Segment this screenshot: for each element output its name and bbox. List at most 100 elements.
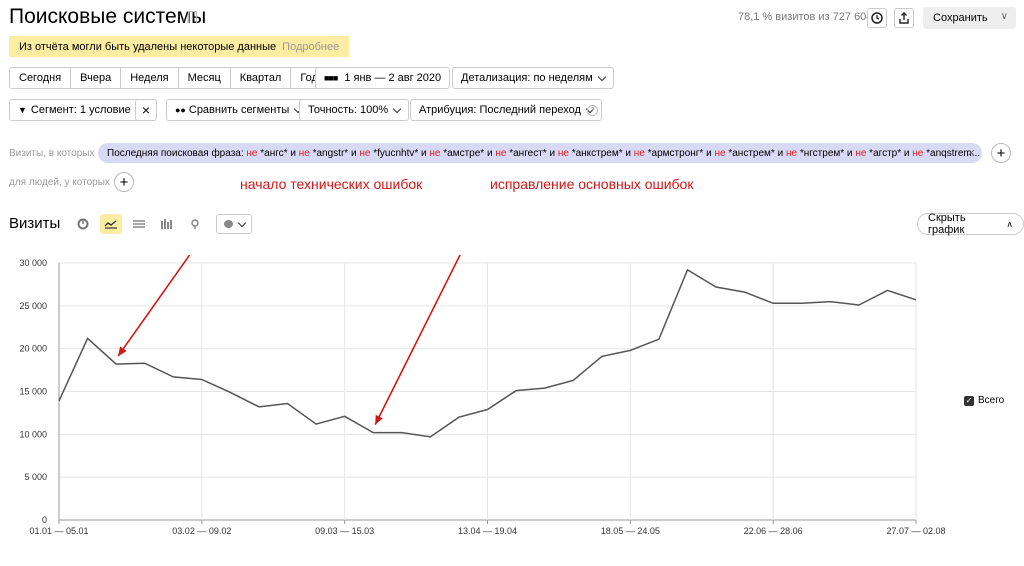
segment-dropdown[interactable]: ▼ Сегмент: 1 условие [9,99,152,121]
period-week[interactable]: Неделя [121,68,179,88]
filter-not: не [912,147,924,159]
chart-type-toolbar [72,214,252,234]
plus-icon: + [996,144,1006,162]
filter-not: не [359,147,371,159]
pie-chart-icon[interactable] [72,214,94,234]
visits-line-chart: 30 000 25 000 20 000 15 000 10 000 5 000 0 01.… [19,255,946,536]
filter-not: не [429,147,441,159]
date-range-label: 1 янв — 2 авг 2020 [344,72,442,84]
period-quarter[interactable]: Квартал [231,68,292,88]
bar-chart-icon[interactable] [156,214,178,234]
clear-segment-button[interactable]: × [135,99,157,121]
hide-chart-button[interactable]: Скрыть график ∧ [917,212,1024,236]
x-tick-label: 03.02 — 09.02 [172,526,231,536]
add-visit-filter-button[interactable]: + [991,143,1011,163]
area-chart-icon[interactable] [128,214,150,234]
detail-label: Детализация: по неделям [461,72,593,84]
chevron-down-icon[interactable]: ∨ [1001,11,1008,22]
plus-icon: + [119,173,129,191]
y-tick-label: 5 000 [24,472,47,482]
filter-prefix: Последняя поисковая фраза: [107,147,247,159]
y-tick-label: 10 000 [19,429,47,439]
filter-term: *анстрем* [725,147,775,159]
y-tick-label: 15 000 [19,387,47,397]
add-people-filter-button[interactable]: + [114,172,134,192]
warning-text: Из отчёта могли быть удалены некоторые д… [19,40,277,53]
x-tick-label: 22.06 — 28.06 [744,526,803,536]
page-title: Поисковые системы [9,5,207,28]
attribution-dropdown[interactable]: Атрибуция: Последний переход [410,99,602,121]
accuracy-dropdown[interactable]: Точность: 100% [299,99,410,121]
y-tick-label: 25 000 [19,301,47,311]
share-icon [899,12,909,24]
export-button[interactable] [894,8,914,28]
x-tick-label: 27.07 — 02.08 [886,526,945,536]
annotation-arrow-head [118,346,127,357]
filter-icon: ▼ [18,105,27,115]
close-icon[interactable]: × [967,145,975,160]
filter-and: и [774,147,786,159]
period-month[interactable]: Месяц [179,68,231,88]
filter-and: и [844,147,856,159]
filter-term: *fyucnhtv* [370,147,419,159]
segment-label: Сегмент: 1 условие [30,104,131,116]
checkbox-icon[interactable]: ✓ [964,395,974,406]
map-pin-icon[interactable] [184,214,206,234]
hide-chart-label: Скрыть график [928,212,966,236]
compare-label: Сравнить сегменты [188,104,290,116]
filter-not: не [495,147,507,159]
save-button[interactable]: Сохранить ∨ [923,7,1016,29]
filter-and: и [703,147,715,159]
save-label: Сохранить [933,12,988,24]
x-tick-label: 13.04 — 19.04 [458,526,517,536]
filter-not: не [557,147,569,159]
bookmark-icon[interactable] [188,11,197,23]
y-tick-label: 20 000 [19,344,47,354]
history-button[interactable] [867,8,887,28]
filter-not: не [785,147,798,159]
filter-and: и [546,147,558,159]
close-icon: × [141,102,151,118]
legend-item-total[interactable]: ✓ Всего [964,395,1004,406]
compare-icon: ●● [175,105,186,115]
x-tick-label: 09.03 — 15.03 [315,526,374,536]
filter-term: *нгстрем* [797,147,845,159]
filter-and: и [901,147,913,159]
visits-filter-label: Визиты, в которых [9,148,95,159]
period-selector: Сегодня Вчера Неделя Месяц Квартал Год [9,67,328,89]
people-filter-label: для людей, у которых [9,177,110,188]
annotation-fix-errors: исправление основных ошибок [490,176,694,192]
chevron-down-icon [392,104,402,113]
filter-not: не [246,147,258,159]
annotation-arrow-line [374,255,461,425]
filter-term: *angstr* [309,147,349,159]
warning-more-link[interactable]: Подробнее [282,41,339,53]
date-range-button[interactable]: ■■■ 1 янв — 2 авг 2020 [315,67,451,89]
arrow-fix-errors [374,255,461,425]
chevron-down-icon [597,72,606,81]
filter-not: не [714,147,726,159]
filter-and: и [348,147,360,159]
search-phrase-filter-tag[interactable]: Последняя поисковая фраза: не *ангс* и н… [98,143,982,163]
filter-and: и [418,147,430,159]
chevron-down-icon [237,218,246,227]
y-tick-label: 0 [42,515,47,525]
detail-dropdown[interactable]: Детализация: по неделям [452,67,614,89]
compare-segments-button[interactable]: ●● Сравнить сегменты [166,99,311,121]
help-icon[interactable]: ? [587,105,598,116]
filter-tag-text: Последняя поисковая фраза: не *ангс* и н… [107,148,980,159]
chart-title: Визиты [9,215,61,232]
period-today[interactable]: Сегодня [10,68,72,88]
filter-not: не [855,147,867,159]
comment-icon [223,220,233,228]
x-tick-label: 18.05 — 24.05 [601,526,660,536]
annotation-start-errors: начало технических ошибок [240,176,423,192]
comment-dropdown[interactable] [216,214,252,234]
filter-term: *армстронг* [644,147,704,159]
filter-not: не [298,147,310,159]
visits-share-text: 78,1 % визитов из 727 604 [738,11,873,23]
line-chart-icon[interactable] [100,214,122,234]
filter-term: *анкстрем* [568,147,623,159]
filter-term: *ангест* [506,147,547,159]
period-yesterday[interactable]: Вчера [71,68,122,88]
